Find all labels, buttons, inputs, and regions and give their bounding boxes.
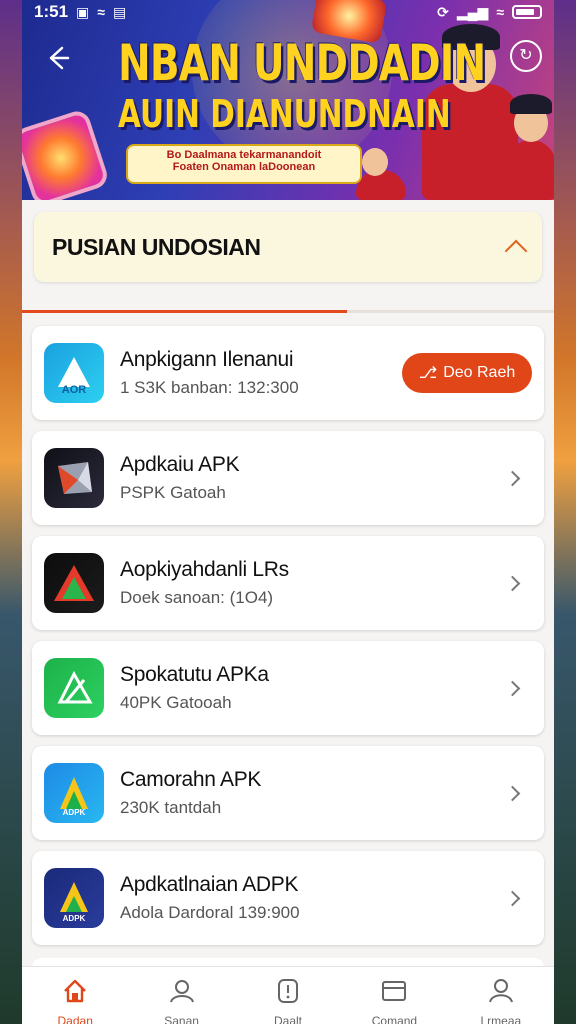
banner-tag-line2: Foaten Onaman laDoonean	[172, 161, 316, 173]
profile-icon	[485, 975, 517, 1012]
back-button[interactable]	[40, 42, 76, 78]
battery-icon	[512, 5, 542, 19]
chevron-right-icon[interactable]	[504, 890, 521, 906]
nav-label: Dadan	[57, 1014, 93, 1024]
banner-subtitle: AUIN DIANUNDNAIN	[118, 92, 451, 136]
app-name: Apdkatlnaian ADPK	[120, 873, 299, 896]
banner-title: NBAN UNDDADIN	[118, 34, 486, 92]
promo-banner[interactable]: NBAN UNDDADIN AUIN DIANUNDNAIN Bo Daalma…	[22, 0, 554, 200]
triangle-app-icon	[44, 553, 104, 613]
background-right	[554, 0, 576, 1024]
app-screen: NBAN UNDDADIN AUIN DIANUNDNAIN Bo Daalma…	[22, 0, 554, 1024]
app-info: Aopkiyahdanli LRs Doek sanoan: (1O4)	[120, 558, 507, 608]
app-info: Spokatutu APKa 40PK Gatooah	[120, 663, 507, 713]
chevron-up-icon[interactable]	[504, 239, 528, 263]
alert-icon	[272, 975, 304, 1012]
mascot-figure-small	[356, 170, 406, 200]
background-left	[0, 0, 22, 1024]
app-meta: 40PK Gatooah	[120, 693, 232, 712]
app-name: Apdkaiu APK	[120, 453, 240, 476]
nav-label: Comand	[371, 1014, 418, 1024]
chevron-right-icon[interactable]	[504, 575, 521, 591]
list-item[interactable]: Spokatutu APKa 40PK Gatooah	[32, 641, 544, 735]
download-button-label: Deo Raeh	[443, 364, 516, 381]
list-item[interactable]: AOR Anpkigann Ilenanui 1 S3K banban: 132:3…	[32, 326, 544, 420]
download-icon: ⎇	[418, 365, 438, 382]
section-progress-fill	[22, 310, 347, 313]
app-meta: Doek sanoan: (1O4)	[120, 588, 274, 607]
wifi-status-icon: ≈	[496, 4, 504, 20]
download-button[interactable]: ⎇ Deo Raeh	[402, 353, 532, 393]
list-item[interactable]: ADPK Apdkatlnaian ADPK Adola Dardoral 139:…	[32, 851, 544, 945]
banner-promo-tag: Bo Daalmana tekarmanandoit Foaten Onaman…	[126, 144, 362, 184]
app-name: Camorahn APK	[120, 768, 262, 791]
svg-text:ADPK: ADPK	[63, 808, 86, 817]
drive-app-icon: ADPK	[44, 868, 104, 928]
arrow-left-icon	[49, 46, 70, 70]
app-info: Apdkatlnaian ADPK Adola Dardoral 139:900	[120, 873, 507, 923]
svg-text:ADPK: ADPK	[63, 914, 86, 923]
smartwatch-image	[22, 107, 111, 200]
share-icon: ↻	[519, 47, 533, 64]
app-meta: 1 S3K banban: 132:300	[120, 378, 299, 397]
nav-item-dadan[interactable]: Dadan	[22, 967, 128, 1024]
home-icon	[59, 975, 91, 1012]
nav-item-sanan[interactable]: Sanan	[128, 967, 234, 1024]
nav-item-comand[interactable]: Comand	[341, 967, 447, 1024]
app-name: Anpkigann Ilenanui	[120, 348, 294, 371]
list-item[interactable]: Apdkaiu APK PSPK Gatoah	[32, 431, 544, 525]
prism-app-icon	[44, 448, 104, 508]
nav-item-daalt[interactable]: Daalt	[235, 967, 341, 1024]
app-name: Spokatutu APKa	[120, 663, 269, 686]
green-drive-icon	[44, 658, 104, 718]
chevron-right-icon[interactable]	[504, 785, 521, 801]
nav-label: Sanan	[164, 1014, 199, 1024]
banner-tag-line1: Bo Daalmana tekarmanandoit	[166, 149, 322, 161]
nav-label: Lrmeaa	[480, 1014, 522, 1024]
user-icon	[166, 975, 198, 1012]
sync-icon: ⟳	[437, 3, 449, 20]
chevron-right-icon[interactable]	[504, 680, 521, 696]
nav-item-lrmeaa[interactable]: Lrmeaa	[448, 967, 554, 1024]
status-time: 1:51	[34, 2, 69, 21]
window-icon	[378, 975, 410, 1012]
svg-text:AOR: AOR	[62, 384, 87, 396]
app-name: Aopkiyahdanli LRs	[120, 558, 289, 581]
status-bar: 1:51 ▣ ≈ ▤ ⟳ ▂▄▆ ≈	[22, 0, 554, 24]
section-header[interactable]: PUSIAN UNDOSIAN	[34, 212, 542, 282]
aor-app-icon: AOR	[44, 343, 104, 403]
app-meta: PSPK Gatoah	[120, 483, 226, 502]
wifi-icon: ≈	[97, 4, 105, 20]
image-icon: ▣	[76, 3, 90, 20]
chevron-right-icon[interactable]	[504, 470, 521, 486]
nav-label: Daalt	[274, 1014, 303, 1024]
app-info: Anpkigann Ilenanui 1 S3K banban: 132:300	[120, 348, 402, 398]
bottom-navigation: Dadan Sanan Daalt Comand Lrmeaa	[22, 966, 554, 1024]
mascot-figure-right	[506, 140, 554, 200]
section-title: PUSIAN UNDOSIAN	[52, 233, 261, 260]
app-meta: 230K tantdah	[120, 798, 222, 817]
section-progress-track	[22, 310, 554, 313]
mascot-cap-right	[510, 94, 552, 114]
signal-icon: ▂▄▆	[456, 3, 489, 20]
mascot-face-small	[362, 148, 388, 176]
list-item[interactable]: ADPK Camorahn APK 230K tantdah	[32, 746, 544, 840]
gallery-icon: ▤	[112, 3, 127, 20]
adpk-app-icon: ADPK	[44, 763, 104, 823]
share-button[interactable]: ↻	[510, 40, 542, 72]
app-info: Camorahn APK 230K tantdah	[120, 768, 507, 818]
app-info: Apdkaiu APK PSPK Gatoah	[120, 453, 507, 503]
list-item[interactable]: Aopkiyahdanli LRs Doek sanoan: (1O4)	[32, 536, 544, 630]
app-meta: Adola Dardoral 139:900	[120, 903, 300, 922]
